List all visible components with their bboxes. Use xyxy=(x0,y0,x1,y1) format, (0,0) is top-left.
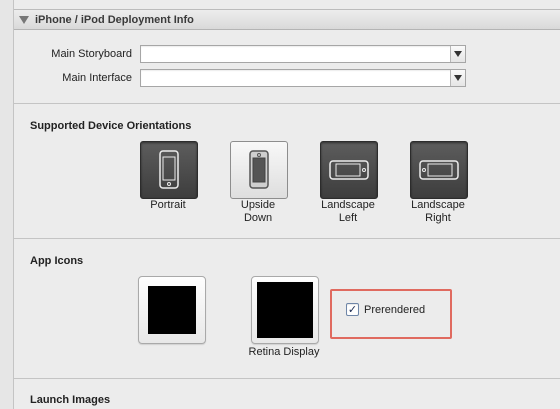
main-interface-dropdown-button[interactable] xyxy=(450,70,465,86)
landscape-left-toggle[interactable] xyxy=(320,141,378,199)
divider xyxy=(14,238,560,239)
deployment-info-panel: iPhone / iPod Deployment Info Main Story… xyxy=(14,0,560,409)
left-gutter xyxy=(0,0,14,409)
upside-down-label: Upside Down xyxy=(240,199,276,224)
prerendered-checkbox[interactable]: ✓ xyxy=(346,303,359,316)
iphone-landscape-left-icon xyxy=(329,160,369,180)
prerendered-option[interactable]: ✓ Prerendered xyxy=(346,303,425,316)
main-storyboard-row: Main Storyboard xyxy=(14,45,560,63)
app-icon-image xyxy=(148,286,196,334)
section-header[interactable]: iPhone / iPod Deployment Info xyxy=(14,9,560,30)
main-storyboard-combobox[interactable] xyxy=(140,45,466,63)
landscape-left-label: Landscape Left xyxy=(321,199,375,224)
main-storyboard-label: Main Storyboard xyxy=(51,48,132,60)
iphone-upside-down-icon xyxy=(249,150,269,189)
main-interface-combobox[interactable] xyxy=(140,69,466,87)
iphone-landscape-right-icon xyxy=(419,160,459,180)
disclosure-triangle-icon[interactable] xyxy=(19,15,29,24)
landscape-right-label: Landscape Right xyxy=(411,199,465,224)
landscape-right-toggle[interactable] xyxy=(410,141,468,199)
app-icons-title: App Icons xyxy=(30,255,84,267)
section-title: iPhone / iPod Deployment Info xyxy=(35,13,194,26)
launch-images-title: Launch Images xyxy=(30,394,111,406)
retina-display-label: Retina Display xyxy=(248,346,320,358)
main-interface-label: Main Interface xyxy=(62,72,132,84)
checkmark-icon: ✓ xyxy=(347,303,358,316)
app-icon-well[interactable] xyxy=(138,276,206,344)
orientations-title: Supported Device Orientations xyxy=(30,120,192,132)
iphone-portrait-icon xyxy=(159,150,179,189)
chevron-down-icon xyxy=(454,75,462,81)
divider xyxy=(14,378,560,379)
main-storyboard-dropdown-button[interactable] xyxy=(450,46,465,62)
retina-app-icon-image xyxy=(257,282,313,338)
portrait-toggle[interactable] xyxy=(140,141,198,199)
upside-down-toggle[interactable] xyxy=(230,141,288,199)
portrait-label: Portrait xyxy=(150,199,186,211)
divider xyxy=(14,103,560,104)
retina-app-icon-well[interactable] xyxy=(251,276,319,344)
prerendered-label: Prerendered xyxy=(364,303,426,316)
chevron-down-icon xyxy=(454,51,462,57)
main-interface-row: Main Interface xyxy=(14,69,560,87)
